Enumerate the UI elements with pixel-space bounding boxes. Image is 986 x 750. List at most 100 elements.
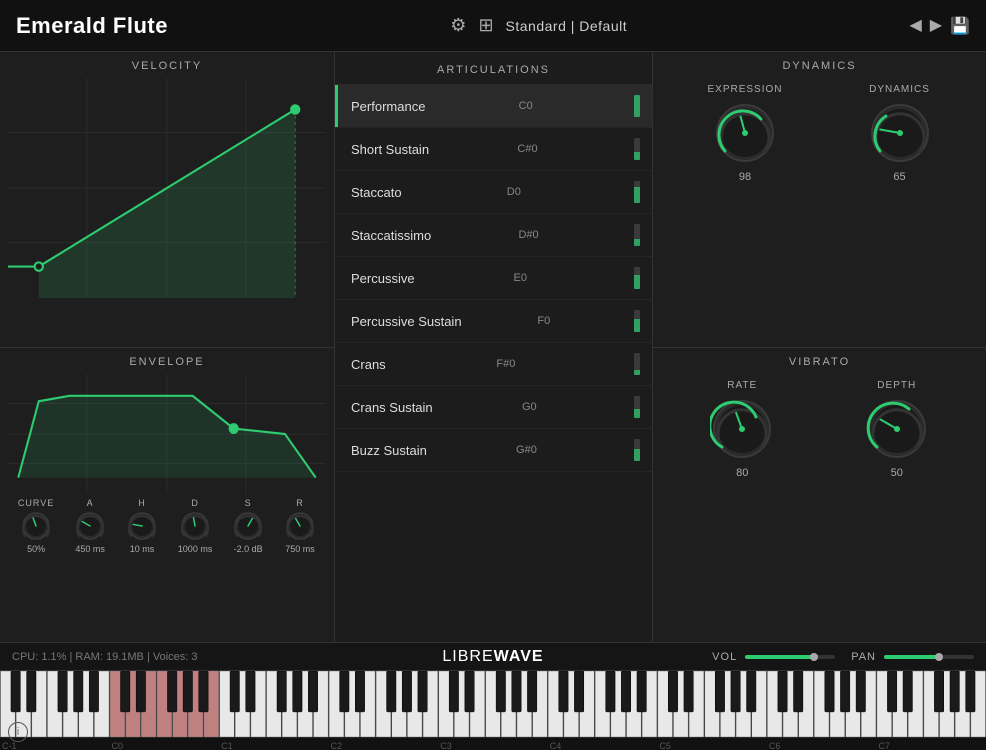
black-key[interactable] bbox=[512, 671, 521, 712]
articulation-item[interactable]: Percussive E0 bbox=[335, 257, 652, 300]
next-preset-button[interactable]: ▶ bbox=[930, 18, 942, 34]
black-key[interactable] bbox=[449, 671, 458, 712]
black-key[interactable] bbox=[496, 671, 505, 712]
black-key[interactable] bbox=[11, 671, 20, 712]
pan-label: PAN bbox=[851, 651, 876, 663]
articulation-item[interactable]: Buzz Sustain G#0 bbox=[335, 429, 652, 472]
black-key[interactable] bbox=[527, 671, 536, 712]
env-knob-value: 750 ms bbox=[285, 544, 315, 554]
articulation-bar-fill bbox=[634, 95, 640, 117]
rate-label: RATE bbox=[727, 380, 757, 391]
black-key[interactable] bbox=[887, 671, 896, 712]
articulation-list[interactable]: Performance C0 Short Sustain C#0 Staccat… bbox=[335, 85, 652, 642]
pan-slider[interactable] bbox=[884, 655, 974, 659]
env-knob-r[interactable] bbox=[284, 510, 316, 542]
black-key[interactable] bbox=[27, 671, 36, 712]
black-key[interactable] bbox=[89, 671, 98, 712]
articulation-name: Crans bbox=[351, 357, 386, 372]
articulation-item[interactable]: Short Sustain C#0 bbox=[335, 128, 652, 171]
black-key[interactable] bbox=[230, 671, 239, 712]
expression-group: EXPRESSION 98 bbox=[707, 84, 782, 183]
velocity-canvas[interactable] bbox=[8, 78, 326, 298]
black-key[interactable] bbox=[731, 671, 740, 712]
dynamics-knob[interactable] bbox=[868, 101, 932, 165]
articulation-bar bbox=[634, 95, 640, 117]
black-key[interactable] bbox=[825, 671, 834, 712]
black-key[interactable] bbox=[637, 671, 646, 712]
left-panel: VELOCITY bbox=[0, 52, 335, 642]
black-key[interactable] bbox=[308, 671, 317, 712]
black-key[interactable] bbox=[402, 671, 411, 712]
black-key[interactable] bbox=[559, 671, 568, 712]
articulation-bar bbox=[634, 138, 640, 160]
black-key[interactable] bbox=[950, 671, 959, 712]
black-key[interactable] bbox=[793, 671, 802, 712]
black-key[interactable] bbox=[778, 671, 787, 712]
env-knob-s[interactable] bbox=[232, 510, 264, 542]
articulation-name: Percussive bbox=[351, 271, 415, 286]
articulation-item[interactable]: Performance C0 bbox=[335, 85, 652, 128]
env-knob-h[interactable] bbox=[126, 510, 158, 542]
black-key[interactable] bbox=[715, 671, 724, 712]
black-key[interactable] bbox=[934, 671, 943, 712]
black-key[interactable] bbox=[246, 671, 255, 712]
black-key[interactable] bbox=[621, 671, 630, 712]
gear-icon[interactable]: ⚙ bbox=[450, 15, 466, 36]
black-key[interactable] bbox=[58, 671, 67, 712]
save-button[interactable]: 💾 bbox=[950, 16, 970, 36]
articulation-item[interactable]: Crans Sustain G0 bbox=[335, 386, 652, 429]
rate-knob[interactable] bbox=[710, 397, 774, 461]
envelope-canvas[interactable] bbox=[8, 374, 326, 494]
env-knob-a[interactable] bbox=[74, 510, 106, 542]
black-key[interactable] bbox=[465, 671, 474, 712]
grid-icon[interactable]: ⊞ bbox=[478, 15, 493, 36]
depth-knob[interactable] bbox=[865, 397, 929, 461]
articulation-name: Short Sustain bbox=[351, 142, 429, 157]
black-key[interactable] bbox=[574, 671, 583, 712]
black-key[interactable] bbox=[840, 671, 849, 712]
black-key[interactable] bbox=[903, 671, 912, 712]
black-key[interactable] bbox=[856, 671, 865, 712]
dynamics-title: DYNAMICS bbox=[665, 60, 974, 72]
envelope-section: ENVELOPE bbox=[0, 348, 334, 643]
articulation-bar-fill bbox=[634, 319, 640, 332]
info-button[interactable]: i bbox=[8, 722, 28, 742]
articulation-key: G0 bbox=[522, 401, 537, 413]
env-knob-d[interactable] bbox=[179, 510, 211, 542]
black-key[interactable] bbox=[121, 671, 130, 712]
black-key[interactable] bbox=[684, 671, 693, 712]
black-key[interactable] bbox=[293, 671, 302, 712]
prev-preset-button[interactable]: ◀ bbox=[909, 18, 921, 34]
black-key[interactable] bbox=[183, 671, 192, 712]
black-key[interactable] bbox=[668, 671, 677, 712]
expression-value: 98 bbox=[739, 171, 751, 183]
black-key[interactable] bbox=[355, 671, 364, 712]
black-key[interactable] bbox=[418, 671, 427, 712]
dynamics-knob-label: DYNAMICS bbox=[869, 84, 930, 95]
black-key[interactable] bbox=[387, 671, 396, 712]
black-key[interactable] bbox=[747, 671, 756, 712]
articulation-item[interactable]: Staccato D0 bbox=[335, 171, 652, 214]
dynamics-knob-value: 65 bbox=[893, 171, 905, 183]
piano-keyboard[interactable]: C-1C0C1C2C3C4C5C6C7 bbox=[0, 671, 986, 750]
expression-knob[interactable] bbox=[713, 101, 777, 165]
black-key[interactable] bbox=[606, 671, 615, 712]
articulation-item[interactable]: Percussive Sustain F0 bbox=[335, 300, 652, 343]
vol-slider[interactable] bbox=[745, 655, 835, 659]
octave-label: C5 bbox=[659, 741, 671, 750]
black-key[interactable] bbox=[199, 671, 208, 712]
articulation-name: Staccato bbox=[351, 185, 402, 200]
env-knob-curve[interactable] bbox=[20, 510, 52, 542]
black-key[interactable] bbox=[136, 671, 145, 712]
articulation-bar-fill bbox=[634, 239, 640, 246]
dynamics-knob-group: DYNAMICS 65 bbox=[868, 84, 932, 183]
articulation-item[interactable]: Staccatissimo D#0 bbox=[335, 214, 652, 257]
articulation-item[interactable]: Crans F#0 bbox=[335, 343, 652, 386]
black-key[interactable] bbox=[167, 671, 176, 712]
black-key[interactable] bbox=[340, 671, 349, 712]
black-key[interactable] bbox=[966, 671, 975, 712]
black-key[interactable] bbox=[277, 671, 286, 712]
env-knob-group-s: S -2.0 dB bbox=[232, 498, 264, 554]
articulation-key: C0 bbox=[519, 100, 533, 112]
black-key[interactable] bbox=[74, 671, 83, 712]
